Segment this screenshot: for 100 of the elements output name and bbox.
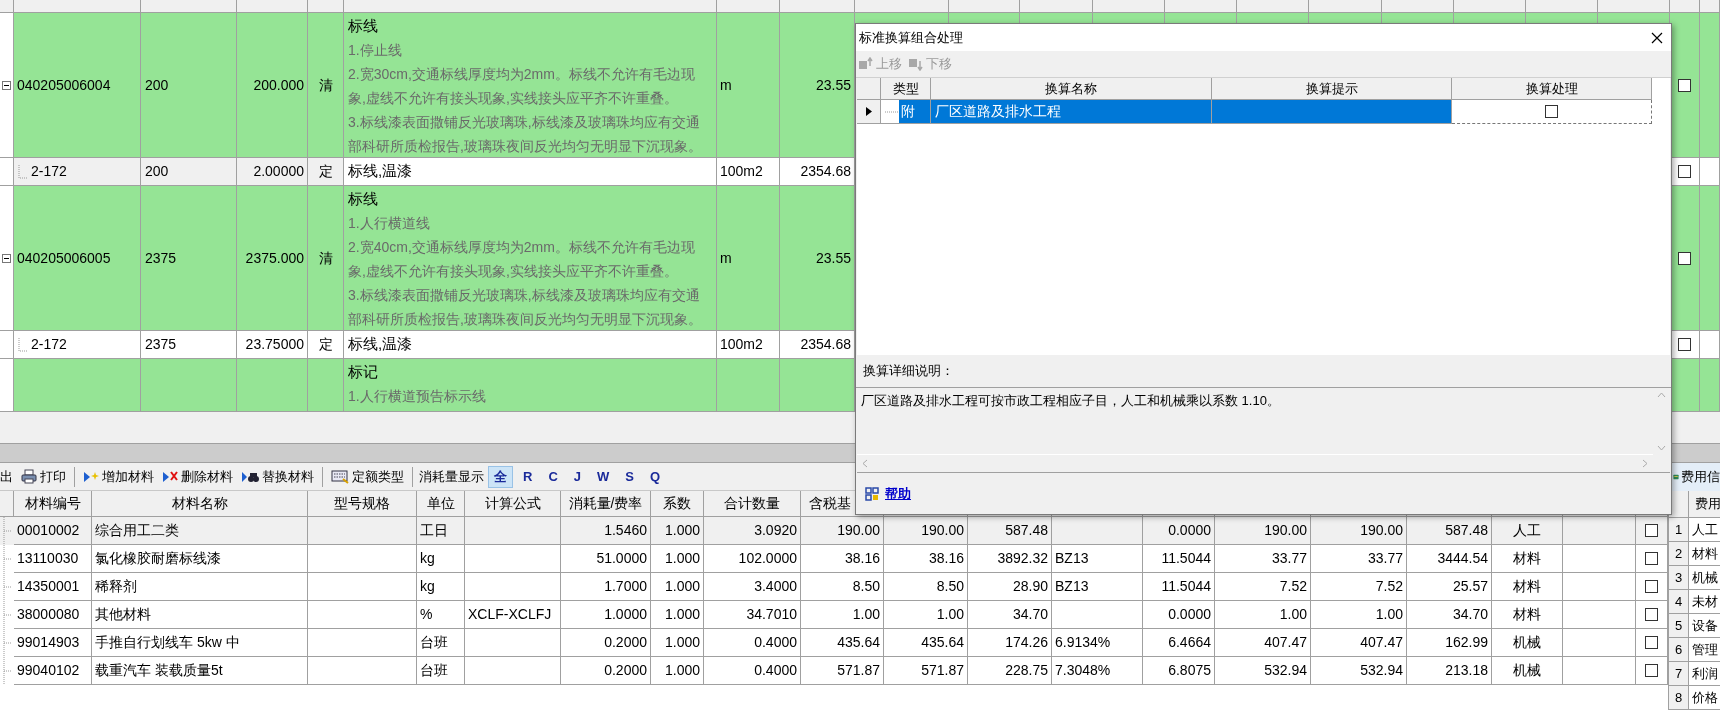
column-header: 材料编号 — [14, 491, 92, 517]
collapse-icon[interactable] — [2, 253, 11, 263]
table-cell: 清 — [308, 186, 344, 331]
material-row[interactable]: 14350001 稀释剂 kg 1.7000 1.000 3.4000 8.50 8.50 28.90 BZ13 11.5044 7.52 7.52 25.57 材料 — [0, 573, 1668, 601]
filter-button[interactable]: Q — [643, 465, 667, 488]
table-cell: 清 — [308, 13, 344, 158]
export-button[interactable]: 出 — [0, 465, 17, 488]
table-cell: 100m2 — [717, 158, 780, 186]
norm-type-button[interactable]: 定额类型 — [327, 465, 408, 488]
column-header: 系数 — [651, 491, 704, 517]
filter-button[interactable]: W — [591, 465, 616, 488]
table-cell: 571.87 — [884, 657, 968, 685]
table-cell: 532.94 — [1215, 657, 1311, 685]
column-header: 合计数量 — [704, 491, 801, 517]
table-cell: 标线,温漆 — [344, 331, 717, 359]
move-up-icon — [858, 57, 874, 71]
material-row[interactable]: 00010002 综合用工二类 工日 1.5460 1.000 3.0920 190.00 190.00 587.48 0.0000 190.00 190.00 587.48 人工 — [0, 517, 1668, 545]
column-header: 费用 — [1689, 491, 1720, 518]
filter-button[interactable]: 全 — [488, 465, 513, 488]
code-text: 2-172 — [30, 162, 67, 181]
material-row[interactable]: 99014903 手推自行划线车 5kw 中 台班 0.2000 1.000 0.4000 435.64 435.64 174.26 6.9134% 6.4664 407.47 407.47 162.99 机械 — [0, 629, 1668, 657]
keyboard-icon — [331, 469, 349, 484]
checkbox[interactable] — [1678, 78, 1691, 92]
table-cell: 管理 — [1689, 638, 1720, 662]
table-cell: 2354.68 — [780, 331, 855, 359]
checkbox[interactable] — [1645, 664, 1658, 677]
checkbox[interactable] — [1645, 580, 1658, 593]
table-cell: 2.00000 — [237, 158, 308, 186]
collapse-icon[interactable] — [2, 80, 11, 90]
table-cell: 040205006005 — [14, 186, 141, 331]
filter-button[interactable]: R — [517, 465, 539, 488]
binoculars-icon — [241, 469, 259, 484]
row-number: 5 — [1669, 614, 1689, 638]
code-text: 2-172 — [30, 335, 67, 354]
column-header: 型号规格 — [308, 491, 417, 517]
table-cell: 200.000 — [237, 13, 308, 158]
checkbox[interactable] — [1678, 251, 1691, 265]
table-cell: m — [717, 186, 780, 331]
print-button[interactable]: 打印 — [17, 465, 70, 488]
table-cell: 532.94 — [1311, 657, 1407, 685]
item-title: 标线 — [348, 189, 379, 209]
table-cell: 213.18 — [1407, 657, 1492, 685]
table-cell: 6.8075 — [1143, 657, 1215, 685]
filter-button[interactable]: C — [542, 465, 564, 488]
item-description: 1.停止线 — [348, 41, 403, 60]
checkbox[interactable] — [1678, 165, 1691, 178]
conversion-name[interactable]: 厂区道路及排水工程 — [931, 100, 1212, 124]
column-header: 计算公式 — [465, 491, 561, 517]
checkbox[interactable] — [1645, 608, 1658, 621]
tree-line-icon — [885, 109, 899, 114]
table-cell: 0.2000 — [561, 657, 651, 685]
table-cell: 0.4000 — [704, 657, 801, 685]
column-header: 换算处理 — [1452, 78, 1652, 100]
help-link[interactable]: 帮助 — [885, 483, 911, 504]
column-header: 换算提示 — [1212, 78, 1452, 100]
checkbox[interactable] — [1645, 524, 1658, 537]
filter-button[interactable]: J — [567, 465, 587, 488]
type-cell[interactable]: 附 — [899, 100, 930, 123]
close-icon[interactable] — [1651, 31, 1663, 44]
table-cell: m — [717, 13, 780, 158]
delete-icon — [162, 469, 178, 484]
delete-button[interactable]: 删除材料 — [158, 465, 237, 488]
item-title: 标线 — [348, 16, 379, 36]
table-cell: 7.3048% — [1052, 657, 1143, 685]
table-cell: 040205006004 — [14, 13, 141, 158]
tree-line-icon — [18, 164, 28, 179]
material-row[interactable]: 13110030 氯化橡胶耐磨标线漆 kg 51.0000 1.000 102.0000 38.16 38.16 3892.32 BZ13 11.5044 33.77 33.77 3444.54 材料 — [0, 545, 1668, 573]
checkbox[interactable] — [1545, 105, 1558, 118]
table-cell — [308, 0, 344, 13]
panel-title: 费用信 — [1681, 468, 1720, 487]
add-button[interactable]: 增加材料 — [79, 465, 158, 488]
table-cell: 台班 — [417, 657, 465, 685]
column-header: 消耗量/费率 — [561, 491, 651, 517]
table-cell: 人工 — [1689, 518, 1720, 542]
table-cell: 设备 — [1689, 614, 1720, 638]
table-cell: 定 — [308, 331, 344, 359]
item-description: 2.宽40cm,交通标线厚度均为2mm。标线不允许有毛边现象,虚线不允许有接头现象,实线接头应平齐不许重叠。 — [348, 238, 696, 281]
table-cell: 2375 — [141, 331, 237, 359]
toolbar-label: 消耗量显示 — [418, 467, 485, 486]
replace-button[interactable]: 替换材料 — [237, 465, 318, 488]
material-row[interactable]: 38000080 其他材料 % XCLF-XCLFJ 1.0000 1.000 34.7010 1.00 1.00 34.70 0.0000 1.00 1.00 34.70 材料 — [0, 601, 1668, 629]
filter-button[interactable]: S — [619, 465, 640, 488]
table-cell: 2375.000 — [237, 186, 308, 331]
table-cell: 载重汽车 装载质量5t — [92, 657, 308, 685]
checkbox[interactable] — [1678, 338, 1691, 351]
item-description: 2.宽30cm,交通标线厚度均为2mm。标线不允许有毛边现象,虚线不允许有接头现象,实线接头应平齐不许重叠。 — [348, 65, 696, 108]
table-cell: 机械 — [1492, 657, 1563, 685]
item-title: 标记 — [348, 362, 379, 382]
table-cell: 机械 — [1689, 566, 1720, 590]
table-cell: 利润 — [1689, 662, 1720, 686]
checkbox[interactable] — [1645, 636, 1658, 649]
column-header: 材料名称 — [92, 491, 308, 517]
row-number: 3 — [1669, 566, 1689, 590]
checkbox[interactable] — [1645, 552, 1658, 565]
row-number: 7 — [1669, 662, 1689, 686]
table-cell: 2375 — [141, 186, 237, 331]
detail-text: 厂区道路及排水工程可按市政工程相应子目，人工和机械乘以系数 1.10。 — [861, 393, 1280, 408]
row-number: 4 — [1669, 590, 1689, 614]
dialog-title: 标准换算组合处理 — [859, 28, 963, 47]
material-row[interactable]: 99040102 载重汽车 装载质量5t 台班 0.2000 1.000 0.4000 571.87 571.87 228.75 7.3048% 6.8075 532.94 532.94 213.18 机械 — [0, 657, 1668, 685]
